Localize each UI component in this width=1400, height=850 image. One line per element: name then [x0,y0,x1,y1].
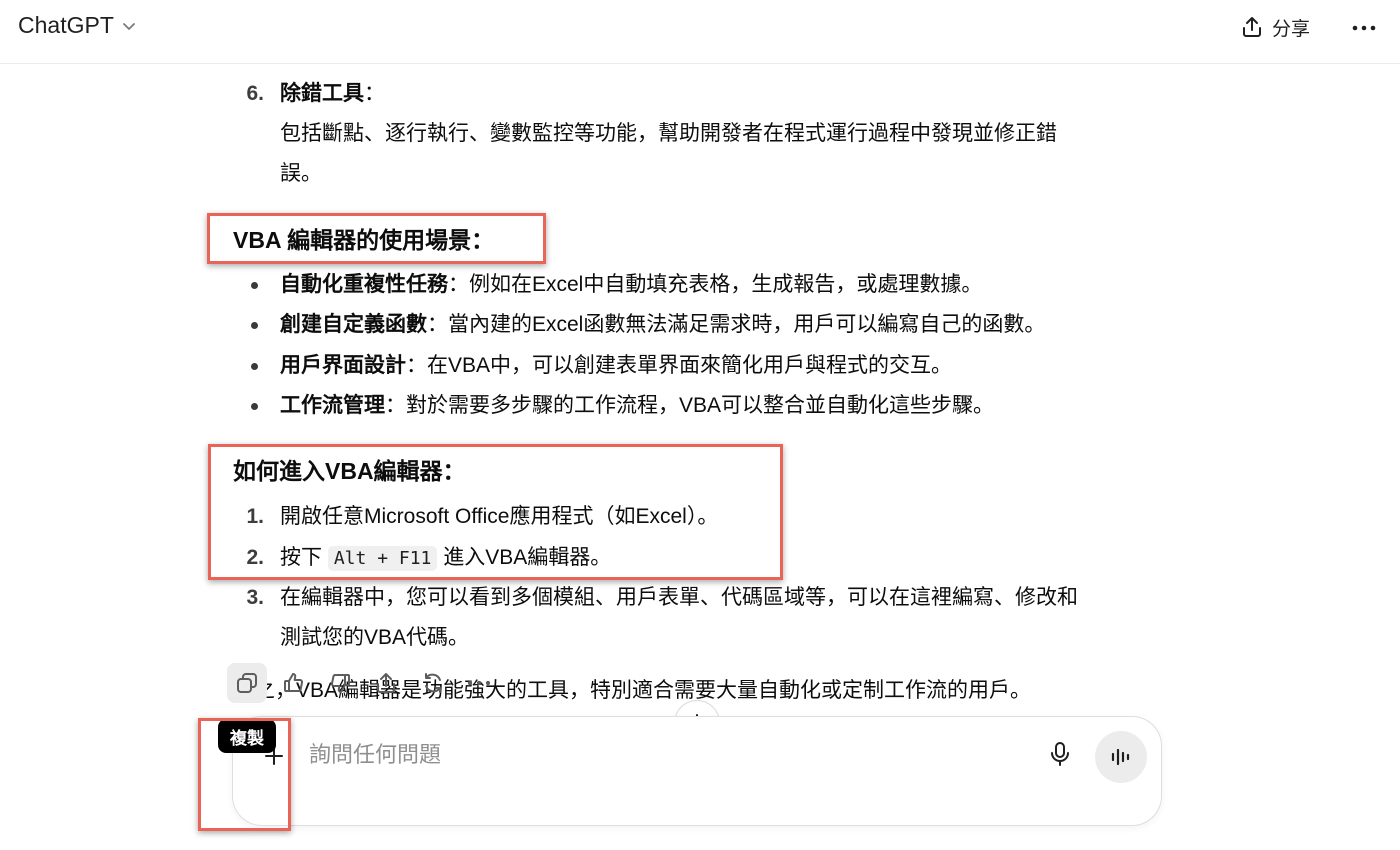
prompt-input[interactable] [309,735,1029,775]
share-icon [377,673,395,693]
inline-code: Alt + F11 [327,546,438,571]
microphone-icon [1051,742,1069,766]
item-text: ：在VBA中，可以創建表單界面來簡化用戶與程式的交互。 [406,354,953,377]
list-item: 工作流管理：對於需要多步驟的工作流程，VBA可以整合並自動化這些步驟。 [280,386,994,426]
thumbs-up-icon [284,673,304,692]
list-number: 3. [246,586,264,609]
bullet-dot [251,403,258,410]
list-item: 按下 Alt + F11 進入VBA編輯器。 [280,538,611,579]
regenerate-button[interactable] [413,663,453,703]
more-actions-button[interactable] [459,663,499,703]
chevron-down-icon [122,22,135,30]
share-button[interactable]: 分享 [1240,12,1310,42]
more-horizontal-icon [467,680,491,686]
more-options-button[interactable] [1350,14,1378,42]
item-colon: ： [364,82,385,105]
app-title: ChatGPT [18,12,114,38]
copy-tooltip: 複製 [218,719,276,753]
section-heading-use-cases: VBA 編輯器的使用場景： [233,227,495,253]
more-horizontal-icon [1352,25,1376,31]
voice-waveform-icon [1111,748,1130,766]
item-text: ：當內建的Excel函數無法滿足需求時，用戶可以編寫自己的函數。 [427,313,1046,336]
list-item-line: 在編輯器中，您可以看到多個模組、用戶表單、代碼區域等，可以在這裡編寫、修改和 [280,586,1078,609]
list-item: 除錯工具： [280,74,385,114]
thumbs-down-icon [330,674,350,693]
item-description-line: 包括斷點、逐行執行、變數監控等功能，幫助開發者在程式運行過程中發現並修正錯 [280,122,1057,145]
section-heading-how-to: 如何進入VBA編輯器： [233,458,466,484]
list-number: 1. [246,505,264,528]
item-text: ：例如在Excel中自動填充表格，生成報告，或處理數據。 [448,273,983,296]
voice-mode-button[interactable] [1095,731,1147,783]
item-title: 自動化重複性任務 [280,273,448,296]
upload-icon [1243,17,1261,37]
regenerate-icon [425,673,441,693]
item-text: ：對於需要多步驟的工作流程，VBA可以整合並自動化這些步驟。 [385,394,995,417]
bad-response-button[interactable] [320,663,360,703]
list-number: 6. [246,82,264,105]
step-text: 按下 [280,546,322,569]
copy-icon [237,673,257,693]
share-label: 分享 [1272,18,1311,40]
item-title: 用戶界面設計 [280,354,406,377]
list-item: 自動化重複性任務：例如在Excel中自動填充表格，生成報告，或處理數據。 [280,265,982,305]
bullet-dot [251,282,258,289]
message-composer [232,716,1162,826]
copy-button[interactable] [227,663,267,703]
list-item: 用戶界面設計：在VBA中，可以創建表單界面來簡化用戶與程式的交互。 [280,346,952,386]
bullet-dot [251,363,258,370]
item-description-line: 誤。 [280,162,322,185]
list-number: 2. [246,546,264,569]
list-item: 開啟任意Microsoft Office應用程式（如Excel）。 [280,505,719,528]
step-text: 進入VBA編輯器。 [443,546,612,569]
list-item: 創建自定義函數：當內建的Excel函數無法滿足需求時，用戶可以編寫自己的函數。 [280,305,1045,345]
good-response-button[interactable] [274,663,314,703]
item-title: 除錯工具 [280,82,364,105]
item-title: 創建自定義函數 [280,313,427,336]
bullet-dot [251,322,258,329]
list-item-line: 測試您的VBA代碼。 [280,626,470,649]
dictate-button[interactable] [1043,737,1077,771]
share-response-button[interactable] [366,663,406,703]
item-title: 工作流管理 [280,394,385,417]
model-selector[interactable]: ChatGPT [18,12,138,39]
top-bar: ChatGPT 分享 [0,0,1400,64]
